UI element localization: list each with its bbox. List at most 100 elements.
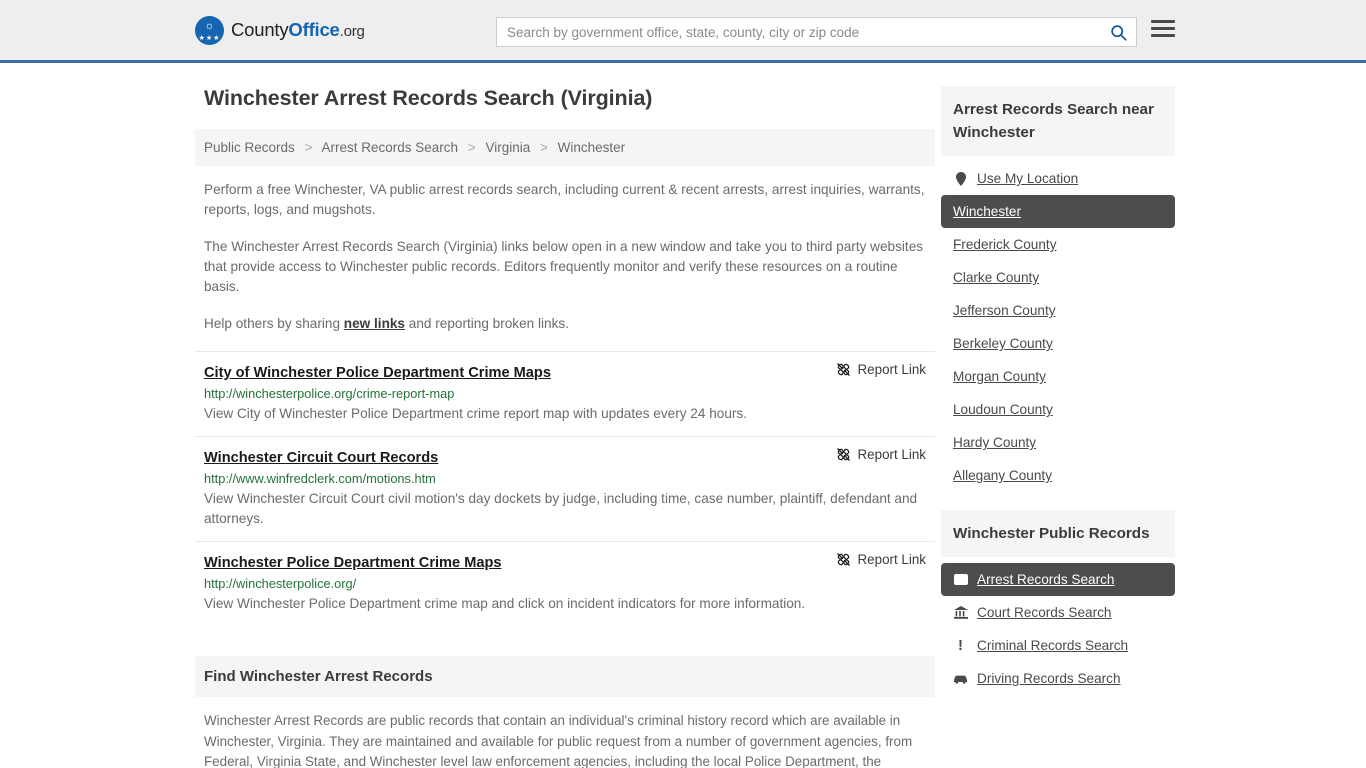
sidebar-item-label: Jefferson County [953, 303, 1056, 318]
sidebar-item-allegany-county[interactable]: Allegany County [941, 459, 1175, 492]
sidebar-item-label: Loudoun County [953, 402, 1053, 417]
result-item: City of Winchester Police Department Cri… [195, 351, 935, 436]
hamburger-bar [1151, 34, 1175, 37]
sidebar-item-winchester[interactable]: Winchester [941, 195, 1175, 228]
find-records-section: Find Winchester Arrest Records Wincheste… [195, 656, 935, 768]
sidebar-item-label: Allegany County [953, 468, 1052, 483]
sidebar-item-label: Court Records Search [977, 605, 1112, 620]
find-records-heading: Find Winchester Arrest Records [195, 656, 935, 697]
stars-glyph: ★★★ [198, 34, 221, 42]
broken-link-icon [836, 448, 850, 461]
hamburger-bar [1151, 27, 1175, 30]
report-link-label: Report Link [857, 362, 926, 377]
result-item: Winchester Police Department Crime Maps … [195, 541, 935, 626]
sidebar-item-label: Clarke County [953, 270, 1040, 285]
sidebar-item-use-my-location[interactable]: Use My Location [941, 162, 1175, 195]
intro-paragraph-2: The Winchester Arrest Records Search (Vi… [204, 239, 924, 294]
sidebar: Arrest Records Search near Winchester Us… [941, 86, 1175, 695]
search-input[interactable] [497, 24, 1100, 40]
main-content: Winchester Arrest Records Search (Virgin… [195, 86, 935, 768]
sidebar-item-label: Winchester [953, 204, 1021, 219]
intro-text: Perform a free Winchester, VA public arr… [195, 180, 935, 334]
hamburger-bar [1151, 20, 1175, 23]
search-icon [1110, 24, 1127, 41]
sidebar-item-label: Morgan County [953, 369, 1046, 384]
sidebar-item-label: Berkeley County [953, 336, 1053, 351]
search-button[interactable] [1100, 18, 1136, 46]
logo-text-org: .org [339, 23, 365, 40]
result-title-link[interactable]: City of Winchester Police Department Cri… [204, 365, 551, 381]
result-item: Winchester Circuit Court Records Report … [195, 436, 935, 541]
logo-text: CountyOffice.org [231, 19, 365, 41]
sidebar-nearby-heading: Arrest Records Search near Winchester [941, 86, 1175, 156]
sidebar-item-frederick-county[interactable]: Frederick County [941, 228, 1175, 261]
logo-text-county: County [231, 19, 289, 40]
report-link-button[interactable]: Report Link [836, 552, 926, 567]
sidebar-item-label: Frederick County [953, 237, 1057, 252]
broken-link-icon [836, 363, 850, 376]
breadcrumb: Public Records > Arrest Records Search >… [195, 129, 935, 166]
site-header: ☼ ★★★ CountyOffice.org [0, 0, 1366, 63]
result-header: Winchester Circuit Court Records Report … [204, 447, 926, 466]
sidebar-item-driving-records-search[interactable]: Driving Records Search [941, 662, 1175, 695]
share-text-before: Help others by sharing [204, 316, 344, 331]
search-bar [496, 17, 1137, 47]
breadcrumb-separator: > [540, 140, 548, 155]
sidebar-public-records-list: Arrest Records Search Court Records Sear… [941, 557, 1175, 695]
sidebar-nearby-list: Use My Location Winchester Frederick Cou… [941, 156, 1175, 492]
breadcrumb-item-winchester[interactable]: Winchester [558, 140, 626, 155]
car-icon [953, 674, 968, 684]
result-url[interactable]: http://www.winfredclerk.com/motions.htm [204, 471, 926, 486]
report-link-label: Report Link [857, 447, 926, 462]
result-title-link[interactable]: Winchester Circuit Court Records [204, 450, 438, 466]
breadcrumb-separator: > [304, 140, 313, 155]
breadcrumb-item-virginia[interactable]: Virginia [485, 140, 530, 155]
result-description: View Winchester Circuit Court civil moti… [204, 491, 918, 526]
result-description: View Winchester Police Department crime … [204, 596, 806, 611]
sidebar-item-jefferson-county[interactable]: Jefferson County [941, 294, 1175, 327]
report-link-button[interactable]: Report Link [836, 447, 926, 462]
site-logo[interactable]: ☼ ★★★ CountyOffice.org [195, 15, 365, 45]
share-text-after: and reporting broken links. [405, 316, 569, 331]
hamburger-menu-button[interactable] [1151, 20, 1175, 37]
sidebar-item-clarke-county[interactable]: Clarke County [941, 261, 1175, 294]
result-description: View City of Winchester Police Departmen… [204, 406, 747, 421]
find-records-body: Winchester Arrest Records are public rec… [204, 713, 913, 768]
sidebar-item-label: Arrest Records Search [977, 572, 1115, 587]
sidebar-item-loudoun-county[interactable]: Loudoun County [941, 393, 1175, 426]
result-title-link[interactable]: Winchester Police Department Crime Maps [204, 555, 502, 571]
page-title: Winchester Arrest Records Search (Virgin… [204, 86, 653, 110]
result-url[interactable]: http://winchesterpolice.org/ [204, 576, 926, 591]
sidebar-item-hardy-county[interactable]: Hardy County [941, 426, 1175, 459]
sidebar-item-court-records-search[interactable]: Court Records Search [941, 596, 1175, 629]
sidebar-item-criminal-records-search[interactable]: ! Criminal Records Search [941, 629, 1175, 662]
sidebar-item-morgan-county[interactable]: Morgan County [941, 360, 1175, 393]
logo-text-office: Office [288, 19, 340, 40]
breadcrumb-item-arrest-records-search[interactable]: Arrest Records Search [321, 140, 458, 155]
new-links-link[interactable]: new links [344, 316, 405, 331]
broken-link-icon [836, 553, 850, 566]
courthouse-icon [953, 606, 968, 619]
report-link-label: Report Link [857, 552, 926, 567]
report-link-button[interactable]: Report Link [836, 362, 926, 377]
sidebar-item-arrest-records-search[interactable]: Arrest Records Search [941, 563, 1175, 596]
sidebar-item-berkeley-county[interactable]: Berkeley County [941, 327, 1175, 360]
countyoffice-eagle-logo-icon: ☼ ★★★ [195, 15, 224, 45]
breadcrumb-separator: > [467, 140, 476, 155]
sidebar-item-label: Hardy County [953, 435, 1037, 450]
sidebar-public-records-heading: Winchester Public Records [941, 510, 1175, 557]
exclamation-icon: ! [958, 636, 963, 654]
breadcrumb-item-public-records[interactable]: Public Records [204, 140, 295, 155]
intro-paragraph-3: Help others by sharing new links and rep… [204, 314, 935, 334]
sidebar-item-label: Driving Records Search [977, 671, 1121, 686]
result-url[interactable]: http://winchesterpolice.org/crime-report… [204, 386, 926, 401]
result-header: City of Winchester Police Department Cri… [204, 362, 926, 381]
result-header: Winchester Police Department Crime Maps … [204, 552, 926, 571]
id-card-icon [953, 574, 968, 585]
eagle-glyph: ☼ [204, 19, 215, 32]
map-pin-icon [953, 171, 968, 186]
sidebar-item-label: Criminal Records Search [977, 638, 1129, 653]
sidebar-item-label: Use My Location [977, 171, 1079, 186]
intro-paragraph-1: Perform a free Winchester, VA public arr… [204, 182, 925, 217]
page-body: Winchester Arrest Records Search (Virgin… [0, 63, 1366, 768]
